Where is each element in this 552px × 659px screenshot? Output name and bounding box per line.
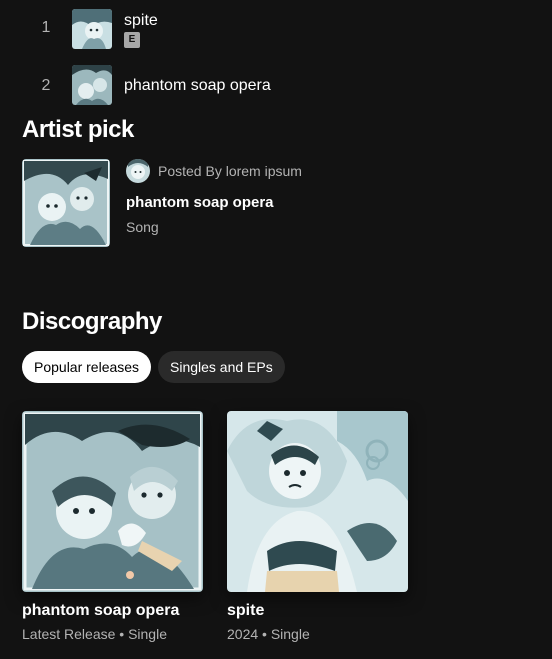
track-cover-image [72,65,112,105]
filter-popular-releases[interactable]: Popular releases [22,351,152,383]
release-cover-image[interactable] [22,411,203,592]
artist-pick-title[interactable]: phantom soap opera [126,194,274,211]
artist-pick-cover-image[interactable] [22,159,110,247]
track-title[interactable]: phantom soap opera [124,77,271,95]
track-number: 1 [41,19,51,36]
release-subtitle: Latest Release • Single [22,626,167,642]
explicit-badge: E [124,32,140,48]
release-title[interactable]: phantom soap opera [22,602,203,620]
release-cover-image[interactable] [227,411,408,592]
track-cover-image [72,9,112,49]
track-title[interactable]: spite [124,12,158,30]
posted-by-label: Posted By lorem ipsum [158,163,302,179]
artist-pick-type: Song [126,219,159,235]
filter-singles-and-eps[interactable]: Singles and EPs [158,351,285,383]
track-number: 2 [41,77,51,94]
discography-heading[interactable]: Discography [22,308,162,336]
artist-pick-heading: Artist pick [22,116,134,143]
track-row[interactable]: 2 phantom soap opera [0,58,552,114]
release-card[interactable]: phantom soap opera Latest Release • Sing… [22,411,203,642]
release-card[interactable]: spite 2024 • Single [227,411,408,642]
track-row[interactable]: 1 spite E [0,0,552,56]
release-subtitle: 2024 • Single [227,626,310,642]
release-title[interactable]: spite [227,602,408,620]
avatar [126,159,150,183]
